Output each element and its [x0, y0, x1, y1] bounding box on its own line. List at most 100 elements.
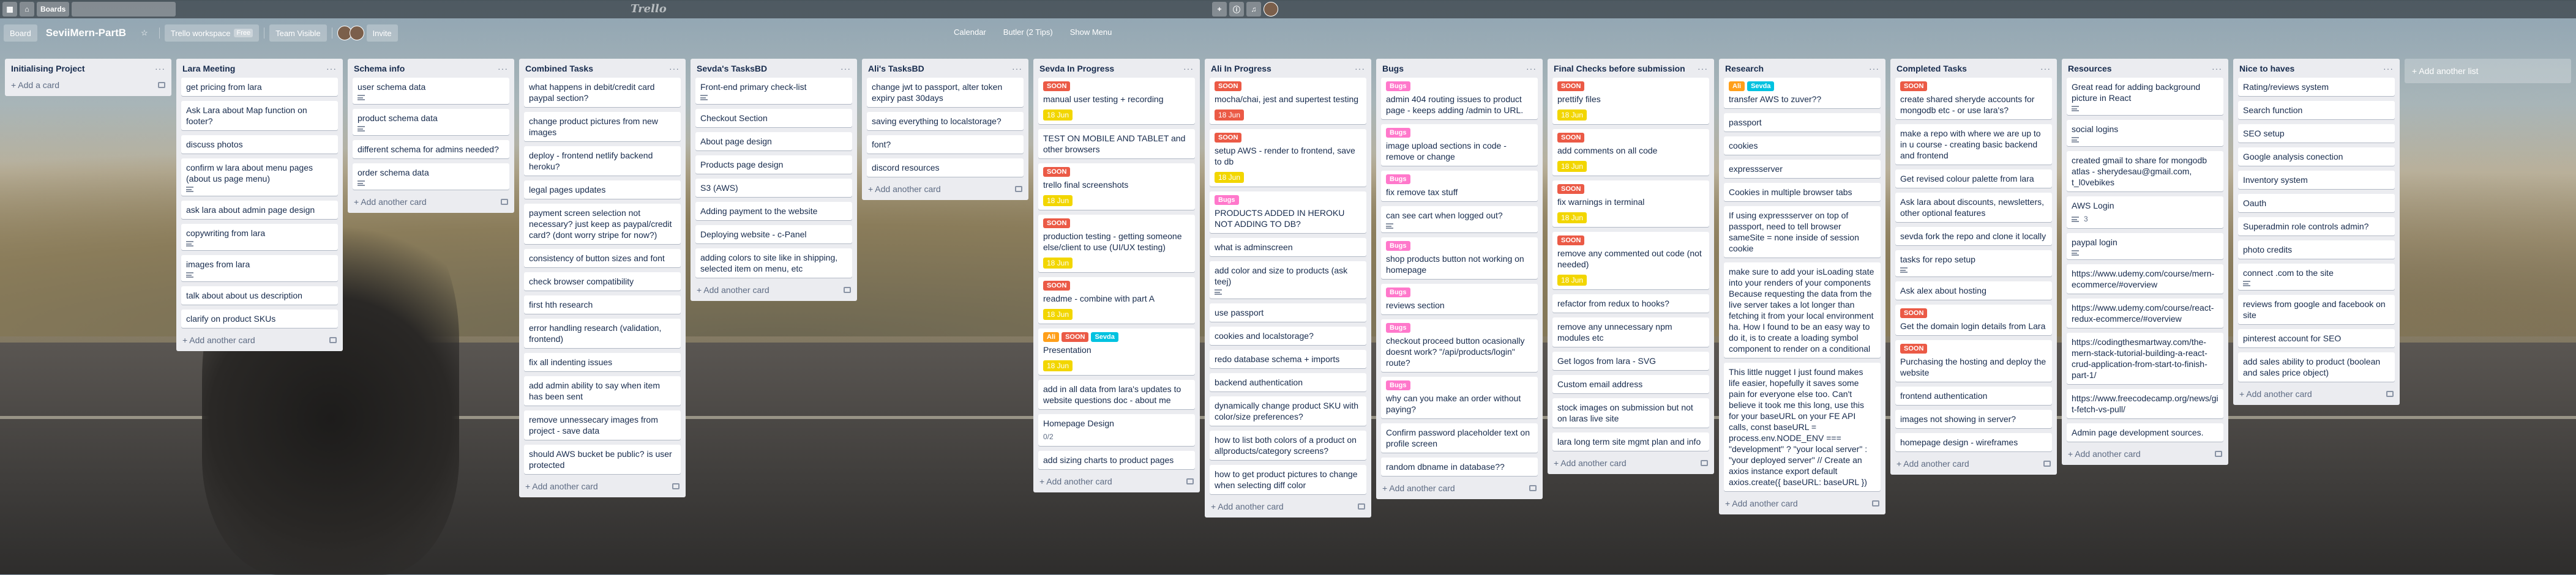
card-label[interactable]: Sevda	[1747, 81, 1775, 91]
list-menu-icon[interactable]: ···	[155, 64, 165, 73]
card-label[interactable]: Bugs	[1215, 195, 1239, 205]
list[interactable]: Ali In Progress ··· SOON mocha/chai, jest a…	[1205, 59, 1371, 518]
card-template-icon[interactable]	[1701, 460, 1708, 466]
card-label[interactable]: SOON	[1557, 133, 1585, 143]
star-icon[interactable]: ☆	[135, 24, 154, 42]
card[interactable]: consistency of button sizes and font	[524, 249, 681, 267]
card[interactable]: SOON setup AWS - render to frontend, save…	[1210, 129, 1366, 187]
card[interactable]: SOON prettify files 18 Jun	[1552, 78, 1709, 124]
card[interactable]: Ali Sevda transfer AWS to zuver??	[1724, 78, 1881, 108]
card[interactable]: SOON trello final screenshots 18 Jun	[1038, 163, 1195, 210]
list[interactable]: Nice to haves ··· Rating/reviews system Sea…	[2233, 59, 2400, 405]
due-date-badge[interactable]: 18 Jun	[1043, 258, 1073, 269]
card-template-icon[interactable]	[2215, 451, 2222, 457]
card[interactable]: cookies	[1724, 136, 1881, 155]
card[interactable]: change product pictures from new images	[524, 112, 681, 141]
add-card-button[interactable]: + Add another card	[524, 479, 681, 494]
list-menu-icon[interactable]: ···	[841, 64, 851, 73]
invite-button[interactable]: Invite	[366, 24, 398, 42]
card[interactable]: SOON create shared sheryde accounts for m…	[1895, 78, 2052, 119]
list-menu-icon[interactable]: ···	[1355, 64, 1365, 73]
card[interactable]: Ali SOON Sevda Presentation 18 Jun	[1038, 328, 1195, 375]
card[interactable]: redo database schema + imports	[1210, 350, 1366, 368]
list[interactable]: Final Checks before submission ··· SOON pre…	[1548, 59, 1714, 474]
list[interactable]: Lara Meeting ··· get pricing from lara Ask …	[176, 59, 343, 351]
card[interactable]: add sizing charts to product pages	[1038, 451, 1195, 469]
card[interactable]: Oauth	[2238, 194, 2395, 212]
card[interactable]: expressserver	[1724, 160, 1881, 178]
bell-icon[interactable]: ♫	[1246, 2, 1262, 17]
card[interactable]: social logins	[2067, 120, 2223, 146]
card[interactable]: https://www.freecodecamp.org/news/git-fe…	[2067, 389, 2223, 418]
card[interactable]: frontend authentication	[1895, 387, 2052, 405]
add-list-button[interactable]: + Add another list	[2405, 59, 2571, 83]
card[interactable]: error handling research (validation, fro…	[524, 319, 681, 348]
card[interactable]: remove unnessecary images from project -…	[524, 410, 681, 440]
card-label[interactable]: SOON	[1557, 184, 1585, 194]
card[interactable]: confirm w lara about menu pages (about u…	[181, 158, 338, 196]
list-menu-icon[interactable]: ···	[1698, 64, 1708, 73]
card[interactable]: copywriting from lara	[181, 224, 338, 250]
add-card-button[interactable]: + Add another card	[1552, 456, 1709, 470]
card[interactable]: images not showing in server?	[1895, 410, 2052, 428]
card[interactable]: saving everything to localstorage?	[867, 112, 1024, 130]
card[interactable]: Great read for adding background picture…	[2067, 78, 2223, 115]
list-menu-icon[interactable]: ···	[1526, 64, 1537, 73]
plus-icon[interactable]: +	[1212, 2, 1227, 17]
card-label[interactable]: Bugs	[1386, 380, 1410, 390]
card-label[interactable]: Bugs	[1386, 81, 1410, 91]
card-label[interactable]: SOON	[1900, 308, 1928, 318]
card[interactable]: Ask Lara about Map function on footer?	[181, 101, 338, 130]
card[interactable]: make sure to add your isLoading state in…	[1724, 262, 1881, 358]
calendar-button[interactable]: Calendar	[948, 23, 992, 40]
card[interactable]: can see cart when logged out?	[1381, 206, 1538, 232]
card[interactable]: ask lara about admin page design	[181, 201, 338, 219]
card[interactable]: remove any unnecessary npm modules etc	[1552, 317, 1709, 347]
card-template-icon[interactable]	[2386, 391, 2394, 397]
card-label[interactable]: SOON	[1557, 81, 1585, 91]
card[interactable]: lara long term site mgmt plan and info	[1552, 432, 1709, 451]
card[interactable]: Adding payment to the website	[695, 202, 852, 220]
card[interactable]: TEST ON MOBILE AND TABLET and other brow…	[1038, 129, 1195, 158]
card[interactable]: SOON add comments on all code 18 Jun	[1552, 129, 1709, 176]
list[interactable]: Resources ··· Great read for adding backgr…	[2062, 59, 2228, 465]
card[interactable]: dynamically change product SKU with colo…	[1210, 396, 1366, 426]
card[interactable]: passport	[1724, 113, 1881, 132]
list-menu-icon[interactable]: ···	[669, 64, 680, 73]
list-menu-icon[interactable]: ···	[326, 64, 337, 73]
card[interactable]: Homepage Design 0/2	[1038, 414, 1195, 446]
card[interactable]: Cookies in multiple browser tabs	[1724, 183, 1881, 201]
list[interactable]: Combined Tasks ··· what happens in debit/c…	[519, 59, 686, 497]
card[interactable]: discuss photos	[181, 135, 338, 154]
card[interactable]: Bugs image upload sections in code - remo…	[1381, 124, 1538, 166]
card[interactable]: Rating/reviews system	[2238, 78, 2395, 96]
card[interactable]: should AWS bucket be public? is user pro…	[524, 445, 681, 474]
card-label[interactable]: SOON	[1043, 167, 1071, 177]
card[interactable]: Bugs checkout proceed button ocasionally …	[1381, 319, 1538, 372]
list-title[interactable]: Initialising Project	[11, 64, 85, 74]
card[interactable]: cookies and localstorage?	[1210, 327, 1366, 345]
card[interactable]: S3 (AWS)	[695, 179, 852, 197]
card[interactable]: tasks for repo setup	[1895, 250, 2052, 276]
card-label[interactable]: Bugs	[1386, 174, 1410, 184]
card[interactable]: different schema for admins needed?	[353, 140, 509, 158]
card-label[interactable]: SOON	[1557, 236, 1585, 245]
add-card-button[interactable]: + Add another card	[1381, 481, 1538, 495]
list-menu-icon[interactable]: ···	[1869, 64, 1879, 73]
list-title[interactable]: Nice to haves	[2239, 64, 2294, 74]
list[interactable]: Completed Tasks ··· SOON create shared sher…	[1890, 59, 2057, 475]
card[interactable]: images from lara	[181, 255, 338, 281]
card-label[interactable]: SOON	[1043, 281, 1071, 291]
butler-button[interactable]: Butler (2 Tips)	[997, 23, 1059, 40]
card[interactable]: photo credits	[2238, 240, 2395, 259]
card[interactable]: stock images on submission but not on la…	[1552, 398, 1709, 428]
add-card-button[interactable]: + Add another card	[2238, 387, 2395, 401]
card[interactable]: fix all indenting issues	[524, 353, 681, 371]
list-menu-icon[interactable]: ···	[1183, 64, 1194, 73]
card[interactable]: sevda fork the repo and clone it locally	[1895, 227, 2052, 245]
due-date-badge[interactable]: 18 Jun	[1215, 109, 1245, 121]
card[interactable]: connect .com to the site	[2238, 264, 2395, 290]
card[interactable]: SEO setup	[2238, 124, 2395, 143]
card[interactable]: talk about about us description	[181, 286, 338, 305]
add-card-button[interactable]: + Add another card	[181, 333, 338, 347]
